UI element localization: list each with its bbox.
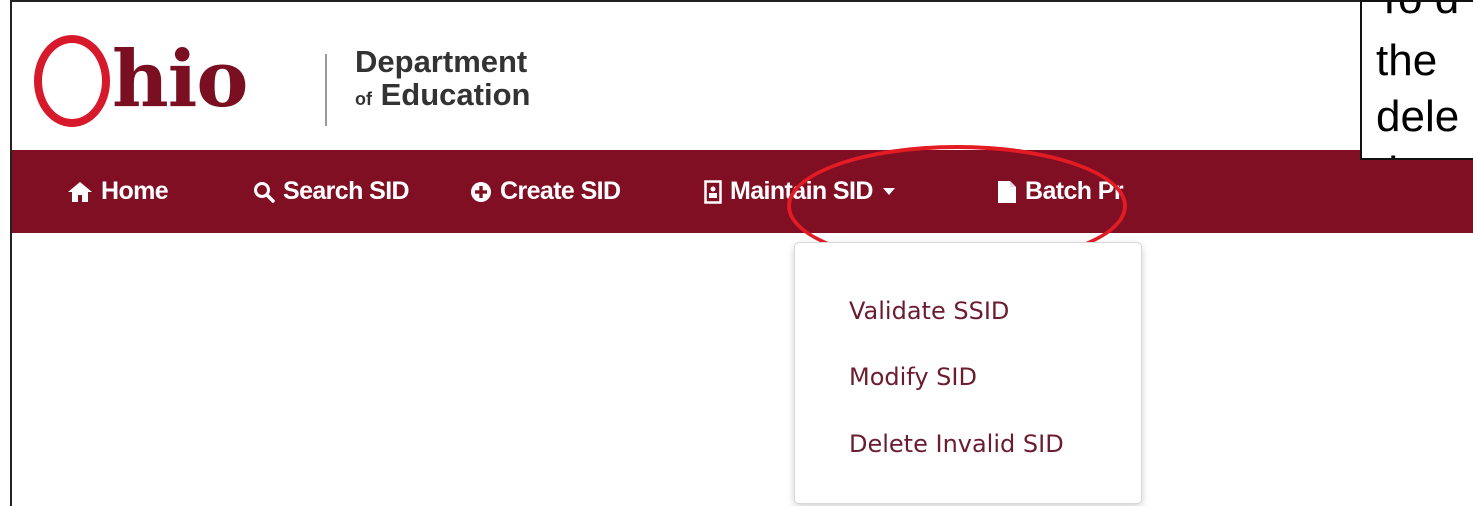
- menu-item-modify-sid[interactable]: Modify SID: [849, 363, 977, 391]
- callout-line: the: [1376, 148, 1437, 158]
- nav-create-sid[interactable]: Create SID: [470, 150, 621, 233]
- nav-home-label: Home: [101, 177, 169, 205]
- search-icon: [253, 181, 275, 203]
- ohio-logo[interactable]: hio: [34, 26, 248, 136]
- nav-home[interactable]: Home: [67, 150, 169, 233]
- callout-line: the: [1376, 36, 1438, 85]
- logo-line-2: of Education: [355, 76, 531, 112]
- id-card-icon: [704, 179, 722, 204]
- screenshot-frame: hio Department of Education Home Search …: [10, 0, 1473, 506]
- callout-line: dele: [1376, 92, 1460, 141]
- logo-of: of: [355, 88, 372, 109]
- maintain-sid-dropdown-menu: Validate SSID Modify SID Delete Invalid …: [794, 242, 1142, 504]
- plus-circle-icon: [470, 181, 492, 203]
- main-navbar: Home Search SID Create SID Maintain SID: [12, 150, 1473, 233]
- callout-line: To d: [1376, 2, 1459, 24]
- nav-create-label: Create SID: [500, 177, 621, 205]
- logo-line-1: Department: [355, 44, 528, 79]
- logo-divider: [325, 54, 327, 126]
- department-logo-text: Department of Education: [355, 44, 531, 112]
- menu-item-validate-ssid[interactable]: Validate SSID: [849, 297, 1009, 325]
- logo-education: Education: [380, 76, 531, 112]
- menu-item-delete-invalid-sid[interactable]: Delete Invalid SID: [849, 430, 1064, 458]
- nav-search-sid[interactable]: Search SID: [253, 150, 410, 233]
- instruction-callout: To d the dele the: [1360, 0, 1473, 160]
- nav-search-label: Search SID: [283, 177, 410, 205]
- ohio-logo-o-mark: [34, 35, 110, 127]
- site-header: hio Department of Education: [12, 2, 1473, 150]
- ohio-logo-text: hio: [112, 33, 248, 125]
- home-icon: [67, 181, 93, 203]
